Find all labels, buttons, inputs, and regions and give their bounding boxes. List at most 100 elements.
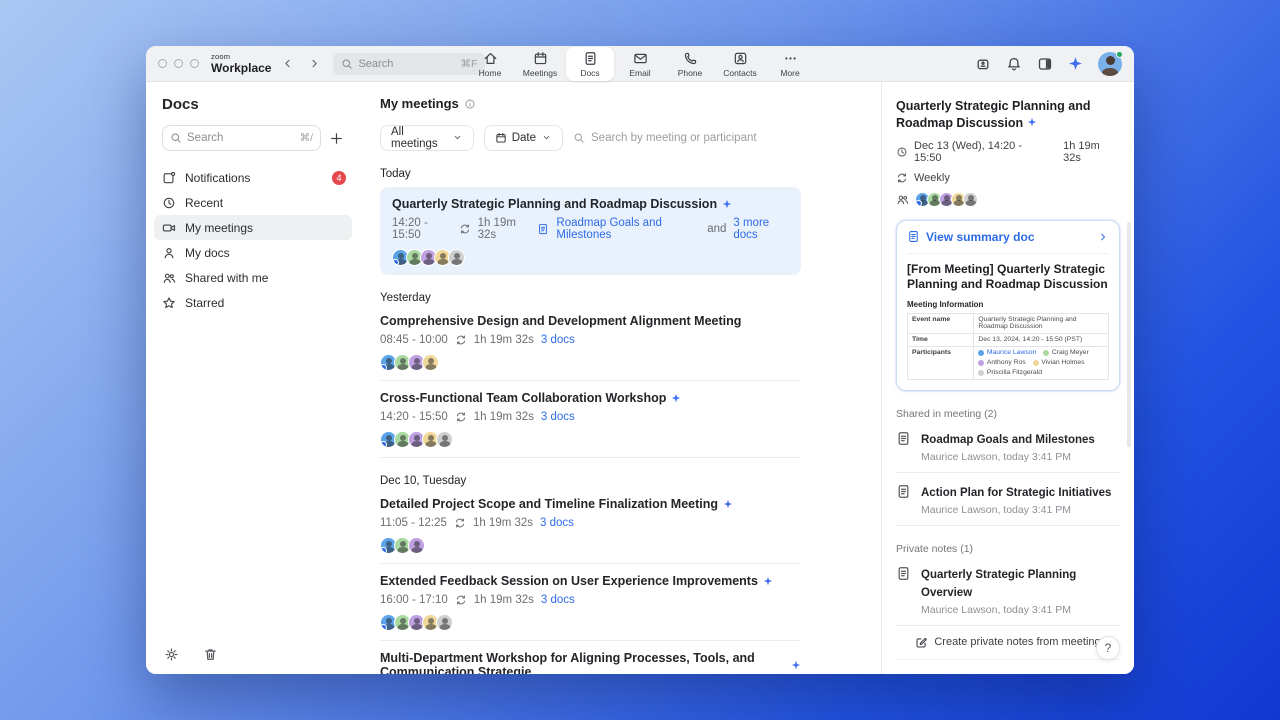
clock-icon — [162, 196, 176, 210]
back-button[interactable] — [281, 57, 294, 70]
window-minimize-button[interactable] — [174, 59, 183, 68]
preview-title: [From Meeting] Quarterly Strategic Plann… — [907, 261, 1108, 292]
sidebar-item-recent[interactable]: Recent — [154, 190, 352, 215]
recurring-icon — [455, 334, 467, 346]
participant-avatar — [448, 249, 465, 266]
more-dots-icon — [783, 51, 798, 66]
ai-sparkle-icon — [791, 660, 801, 670]
notifications-bell-icon[interactable] — [1006, 56, 1022, 72]
shared-doc-item[interactable]: Action Plan for Strategic Initiatives Ma… — [896, 473, 1120, 526]
doc-link[interactable]: Roadmap Goals and Milestones — [556, 217, 700, 241]
view-summary-doc-link[interactable]: View summary doc — [907, 230, 1109, 244]
forward-button[interactable] — [308, 57, 321, 70]
meeting-row[interactable]: Comprehensive Design and Development Ali… — [380, 304, 801, 381]
plus-icon — [329, 131, 344, 146]
participant-avatar — [408, 537, 425, 554]
all-meetings-dropdown[interactable]: All meetings — [380, 125, 474, 151]
global-search-input[interactable] — [358, 57, 437, 70]
sidebar-search-shortcut: ⌘/ — [299, 132, 313, 144]
settings-gear-icon[interactable] — [164, 647, 179, 662]
host-badge — [381, 547, 387, 553]
docs-link[interactable]: 3 docs — [541, 594, 575, 606]
tab-more[interactable]: More — [766, 47, 814, 81]
meeting-row[interactable]: Multi-Department Workshop for Aligning P… — [380, 641, 801, 674]
tab-phone[interactable]: Phone — [666, 47, 714, 81]
main-tabs: Home Meetings Docs Email Phone Contacts — [466, 46, 814, 82]
summary-doc-card[interactable]: View summary doc [From Meeting] Quarterl… — [896, 219, 1120, 391]
shared-doc-item[interactable]: Roadmap Goals and Milestones Maurice Law… — [896, 420, 1120, 473]
help-button[interactable]: ? — [1096, 636, 1120, 660]
date-dropdown[interactable]: Date — [483, 125, 563, 151]
chevron-down-icon — [452, 132, 463, 143]
trash-icon[interactable] — [203, 647, 218, 662]
sidebar-item-my-meetings[interactable]: My meetings — [154, 215, 352, 240]
meeting-row[interactable]: Cross-Functional Team Collaboration Work… — [380, 381, 801, 458]
sidebar-item-notifications[interactable]: Notifications 4 — [154, 165, 352, 190]
brand-logo: zoom Workplace — [211, 53, 271, 74]
sidebar-search[interactable]: ⌘/ — [162, 125, 321, 151]
tab-email[interactable]: Email — [616, 47, 664, 81]
home-icon — [483, 51, 498, 66]
participant-chip: Maurice Lawson — [978, 349, 1036, 356]
doc-meta: Maurice Lawson, today 3:41 PM — [921, 503, 1071, 516]
tab-contacts[interactable]: Contacts — [716, 47, 764, 81]
meeting-time: 14:20 - 15:50 — [392, 217, 428, 241]
app-window: zoom Workplace ⌘F Home Meetings Docs — [146, 46, 1134, 674]
participant-chip: Anthony Ros — [978, 359, 1026, 366]
window-maximize-button[interactable] — [190, 59, 199, 68]
panel-participant-avatars — [915, 191, 978, 207]
info-icon[interactable] — [464, 98, 476, 110]
participant-avatars — [380, 431, 801, 448]
panel-toggle-icon[interactable] — [1037, 56, 1053, 72]
new-doc-button[interactable] — [329, 131, 344, 146]
sidebar-item-starred[interactable]: Starred — [154, 290, 352, 315]
more-docs-link[interactable]: 3 more docs — [733, 217, 789, 241]
docs-link[interactable]: 3 docs — [541, 411, 575, 423]
meeting-search[interactable] — [573, 132, 801, 144]
profile-avatar[interactable] — [1098, 50, 1123, 76]
docs-link[interactable]: 3 docs — [541, 334, 575, 346]
ai-companion-icon[interactable] — [1068, 56, 1083, 71]
meeting-time: 08:45 - 10:00 — [380, 334, 448, 346]
meeting-row[interactable]: Extended Feedback Session on User Experi… — [380, 564, 801, 641]
section-label-yesterday: Yesterday — [380, 292, 431, 304]
preview-section-heading: Meeting Information — [907, 299, 984, 309]
sidebar-search-input[interactable] — [187, 132, 257, 144]
recurring-icon — [455, 411, 467, 423]
window-close-button[interactable] — [158, 59, 167, 68]
meeting-duration: 1h 19m 32s — [472, 517, 534, 529]
tab-meetings[interactable]: Meetings — [516, 47, 564, 81]
tab-home[interactable]: Home — [466, 47, 514, 81]
contacts-icon — [733, 51, 748, 66]
tab-docs[interactable]: Docs — [566, 47, 614, 81]
participant-chip: Priscilla Fitzgerald — [978, 369, 1042, 376]
host-badge — [381, 364, 387, 370]
participant-avatar — [422, 354, 439, 371]
meeting-duration: 1h 19m 32s — [477, 217, 516, 241]
ai-sparkle-icon — [763, 576, 773, 586]
doc-icon — [907, 230, 920, 243]
star-icon — [162, 296, 176, 310]
sidebar-item-my-docs[interactable]: My docs — [154, 240, 352, 265]
device-icon[interactable] — [975, 56, 991, 72]
sidebar-item-shared-with-me[interactable]: Shared with me — [154, 265, 352, 290]
chevron-down-icon — [541, 132, 552, 143]
meeting-time: 11:05 - 12:25 — [380, 517, 447, 529]
host-badge — [393, 259, 399, 265]
brand-zoom-text: zoom — [211, 52, 231, 62]
participant-avatars — [392, 249, 789, 266]
meeting-row[interactable]: Quarterly Strategic Planning and Roadmap… — [380, 187, 801, 275]
recurring-icon — [896, 172, 908, 184]
docs-link[interactable]: 3 docs — [540, 517, 574, 529]
private-note-item[interactable]: Quarterly Strategic Planning Overview Ma… — [896, 555, 1120, 626]
meeting-search-input[interactable] — [591, 132, 801, 144]
meeting-time: 14:20 - 15:50 — [380, 411, 448, 423]
docs-sidebar: Docs ⌘/ Notifications 4 Recent — [146, 82, 360, 674]
global-search[interactable]: ⌘F — [333, 52, 486, 75]
section-label-dec10: Dec 10, Tuesday — [380, 475, 467, 487]
panel-scrollbar[interactable] — [1127, 222, 1131, 447]
calendar-icon — [495, 132, 507, 144]
meeting-row[interactable]: Detailed Project Scope and Timeline Fina… — [380, 487, 801, 564]
create-private-notes-button[interactable]: Create private notes from meeting — [896, 626, 1120, 660]
section-label-today: Today — [380, 168, 411, 180]
